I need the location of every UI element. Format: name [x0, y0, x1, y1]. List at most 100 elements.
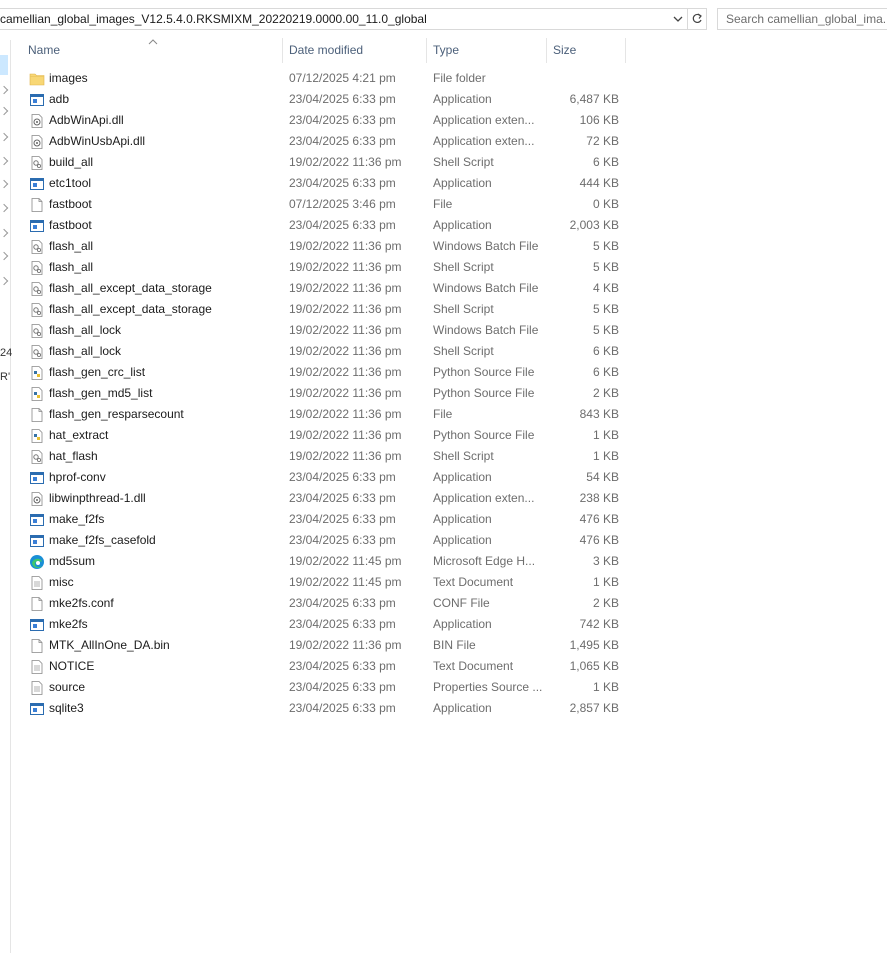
column-divider[interactable]	[282, 38, 283, 63]
file-date-modified: 23/04/2025 6:33 pm	[289, 176, 396, 190]
dll-icon	[31, 492, 43, 506]
column-divider[interactable]	[625, 38, 626, 63]
file-row[interactable]: flash_all 19/02/2022 11:36 pm Windows Batc…	[11, 237, 631, 258]
file-size: 1,065 KB	[569, 659, 619, 673]
script-icon	[31, 282, 43, 296]
file-size: 5 KB	[592, 239, 619, 253]
file-row[interactable]: mke2fs 23/04/2025 6:33 pm Application 742 K…	[11, 615, 631, 636]
file-size: 2,003 KB	[569, 218, 619, 232]
file-row[interactable]: build_all 19/02/2022 11:36 pm Shell Script…	[11, 153, 631, 174]
dll-icon	[31, 135, 43, 149]
file-row[interactable]: images 07/12/2025 4:21 pm File folder	[11, 69, 631, 90]
file-size: 6 KB	[592, 344, 619, 358]
file-name: hat_flash	[49, 449, 98, 463]
file-row[interactable]: MTK_AllInOne_DA.bin 19/02/2022 11:36 pm BI…	[11, 636, 631, 657]
nav-label-fragment[interactable]: R'	[0, 371, 10, 383]
file-name: AdbWinUsbApi.dll	[49, 134, 146, 148]
file-row[interactable]: flash_gen_crc_list 19/02/2022 11:36 pm Pyt…	[11, 363, 631, 384]
file-row[interactable]: fastboot 07/12/2025 3:46 pm File 0 KB	[11, 195, 631, 216]
file-size: 476 KB	[579, 512, 619, 526]
file-date-modified: 23/04/2025 6:33 pm	[289, 617, 396, 631]
file-row[interactable]: hprof-conv 23/04/2025 6:33 pm Application 5…	[11, 468, 631, 489]
file-row[interactable]: misc 19/02/2022 11:45 pm Text Document 1 KB	[11, 573, 631, 594]
file-date-modified: 07/12/2025 4:21 pm	[289, 71, 396, 85]
file-icon	[31, 639, 43, 653]
file-date-modified: 19/02/2022 11:45 pm	[289, 575, 402, 589]
column-divider[interactable]	[546, 38, 547, 63]
file-date-modified: 23/04/2025 6:33 pm	[289, 92, 396, 106]
script-icon	[31, 261, 43, 275]
file-row[interactable]: fastboot 23/04/2025 6:33 pm Application 2,0…	[11, 216, 631, 237]
file-type: Application exten...	[433, 491, 535, 505]
file-row[interactable]: make_f2fs 23/04/2025 6:33 pm Application 47…	[11, 510, 631, 531]
refresh-button[interactable]	[688, 8, 707, 30]
app-icon	[30, 619, 44, 631]
file-size: 54 KB	[586, 470, 619, 484]
file-row[interactable]: hat_extract 19/02/2022 11:36 pm Python Sou…	[11, 426, 631, 447]
file-date-modified: 23/04/2025 6:33 pm	[289, 680, 396, 694]
file-row[interactable]: make_f2fs_casefold 23/04/2025 6:33 pm Appl…	[11, 531, 631, 552]
file-row[interactable]: AdbWinApi.dll 23/04/2025 6:33 pm Applicati…	[11, 111, 631, 132]
file-type: Application exten...	[433, 134, 535, 148]
column-date-modified[interactable]: Date modified	[289, 38, 363, 63]
file-row[interactable]: flash_all 19/02/2022 11:36 pm Shell Script…	[11, 258, 631, 279]
python-icon	[31, 366, 43, 380]
chevron-right-icon[interactable]	[0, 228, 9, 238]
file-row[interactable]: mke2fs.conf 23/04/2025 6:33 pm CONF File 2 …	[11, 594, 631, 615]
address-bar-row: camellian_global_images_V12.5.4.0.RKSMIX…	[0, 8, 887, 32]
file-row[interactable]: AdbWinUsbApi.dll 23/04/2025 6:33 pm Applic…	[11, 132, 631, 153]
file-name: flash_all_except_data_storage	[49, 281, 212, 295]
file-name: make_f2fs_casefold	[49, 533, 156, 547]
address-bar[interactable]: camellian_global_images_V12.5.4.0.RKSMIX…	[0, 8, 688, 30]
chevron-right-icon[interactable]	[0, 203, 9, 213]
file-size: 2,857 KB	[569, 701, 619, 715]
file-name: etc1tool	[49, 176, 92, 190]
chevron-right-icon[interactable]	[0, 276, 9, 286]
file-type: Application	[433, 92, 492, 106]
file-row[interactable]: flash_all_except_data_storage 19/02/2022 …	[11, 300, 631, 321]
column-divider[interactable]	[426, 38, 427, 63]
chevron-right-icon[interactable]	[0, 179, 9, 189]
file-name: flash_gen_md5_list	[49, 386, 153, 400]
column-size[interactable]: Size	[553, 38, 576, 63]
file-type: Application	[433, 533, 492, 547]
file-row[interactable]: flash_gen_md5_list 19/02/2022 11:36 pm Pyt…	[11, 384, 631, 405]
file-type: Properties Source ...	[433, 680, 543, 694]
file-type: File folder	[433, 71, 486, 85]
file-row[interactable]: source 23/04/2025 6:33 pm Properties Sourc…	[11, 678, 631, 699]
search-input[interactable]: Search camellian_global_ima...	[717, 8, 887, 30]
file-row[interactable]: NOTICE 23/04/2025 6:33 pm Text Document 1,0…	[11, 657, 631, 678]
file-type: File	[433, 197, 453, 211]
file-type: BIN File	[433, 638, 476, 652]
nav-selected-item[interactable]	[0, 55, 8, 75]
chevron-right-icon[interactable]	[0, 251, 9, 261]
column-name[interactable]: Name	[28, 38, 60, 63]
chevron-right-icon[interactable]	[0, 106, 9, 116]
file-row[interactable]: flash_all_lock 19/02/2022 11:36 pm Shell S…	[11, 342, 631, 363]
chevron-right-icon[interactable]	[0, 85, 9, 95]
app-icon	[30, 514, 44, 526]
file-type: Text Document	[433, 575, 514, 589]
file-row[interactable]: libwinpthread-1.dll 23/04/2025 6:33 pm App…	[11, 489, 631, 510]
chevron-right-icon[interactable]	[0, 132, 9, 142]
file-row[interactable]: sqlite3 23/04/2025 6:33 pm Application 2,85…	[11, 699, 631, 720]
navigation-pane[interactable]: 24 R'	[0, 40, 12, 953]
file-date-modified: 23/04/2025 6:33 pm	[289, 659, 396, 673]
file-name: flash_all_lock	[49, 344, 122, 358]
file-row[interactable]: md5sum 19/02/2022 11:45 pm Microsoft Edge …	[11, 552, 631, 573]
file-row[interactable]: adb 23/04/2025 6:33 pm Application 6,487 KB	[11, 90, 631, 111]
file-type: Application	[433, 218, 492, 232]
file-type: Python Source File	[433, 365, 535, 379]
file-row[interactable]: etc1tool 23/04/2025 6:33 pm Application 444…	[11, 174, 631, 195]
file-row[interactable]: flash_all_except_data_storage 19/02/2022 …	[11, 279, 631, 300]
file-row[interactable]: flash_gen_resparsecount 19/02/2022 11:36 …	[11, 405, 631, 426]
column-type[interactable]: Type	[433, 38, 459, 63]
chevron-right-icon[interactable]	[0, 156, 9, 166]
file-row[interactable]: hat_flash 19/02/2022 11:36 pm Shell Script…	[11, 447, 631, 468]
address-path[interactable]: camellian_global_images_V12.5.4.0.RKSMIX…	[0, 12, 427, 26]
file-date-modified: 23/04/2025 6:33 pm	[289, 134, 396, 148]
file-size: 1 KB	[592, 449, 619, 463]
search-placeholder: Search camellian_global_ima...	[726, 12, 887, 26]
chevron-down-icon[interactable]	[671, 12, 685, 26]
file-row[interactable]: flash_all_lock 19/02/2022 11:36 pm Windows…	[11, 321, 631, 342]
